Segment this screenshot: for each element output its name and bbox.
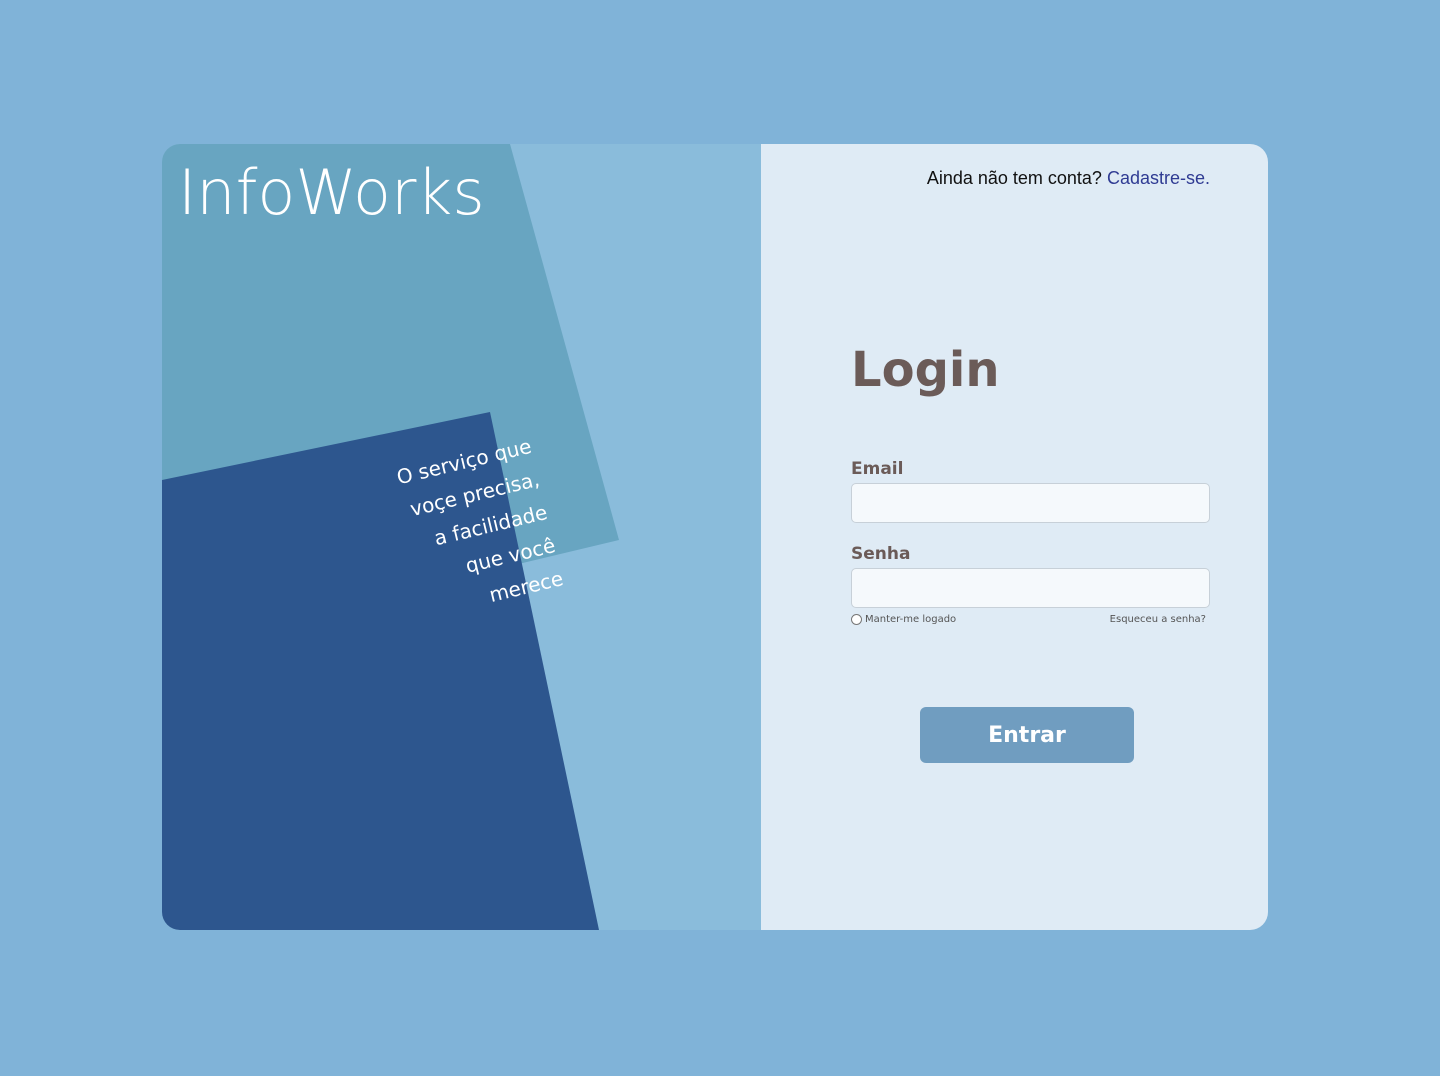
signup-prompt: Ainda não tem conta? Cadastre-se. [927, 168, 1210, 189]
brand-logo: InfoWorks [178, 156, 485, 229]
password-label: Senha [851, 544, 911, 564]
email-field[interactable] [851, 483, 1210, 523]
forgot-password-link[interactable]: Esqueceu a senha? [1110, 614, 1206, 625]
password-field[interactable] [851, 568, 1210, 608]
remember-me-label: Manter-me logado [865, 614, 957, 625]
login-card: InfoWorks O serviço que voçe precisa, a … [162, 144, 1268, 930]
remember-me-checkbox[interactable] [851, 614, 862, 625]
page-title: Login [851, 342, 1000, 398]
brand-panel: InfoWorks O serviço que voçe precisa, a … [162, 144, 761, 930]
login-panel: Ainda não tem conta? Cadastre-se. Login … [761, 144, 1268, 930]
email-label: Email [851, 459, 904, 479]
login-options: Manter-me logado Esqueceu a senha? [851, 614, 1206, 625]
signup-link[interactable]: Cadastre-se. [1107, 168, 1210, 188]
remember-me[interactable]: Manter-me logado [851, 614, 956, 625]
login-button[interactable]: Entrar [920, 707, 1134, 763]
signup-prompt-text: Ainda não tem conta? [926, 168, 1102, 188]
